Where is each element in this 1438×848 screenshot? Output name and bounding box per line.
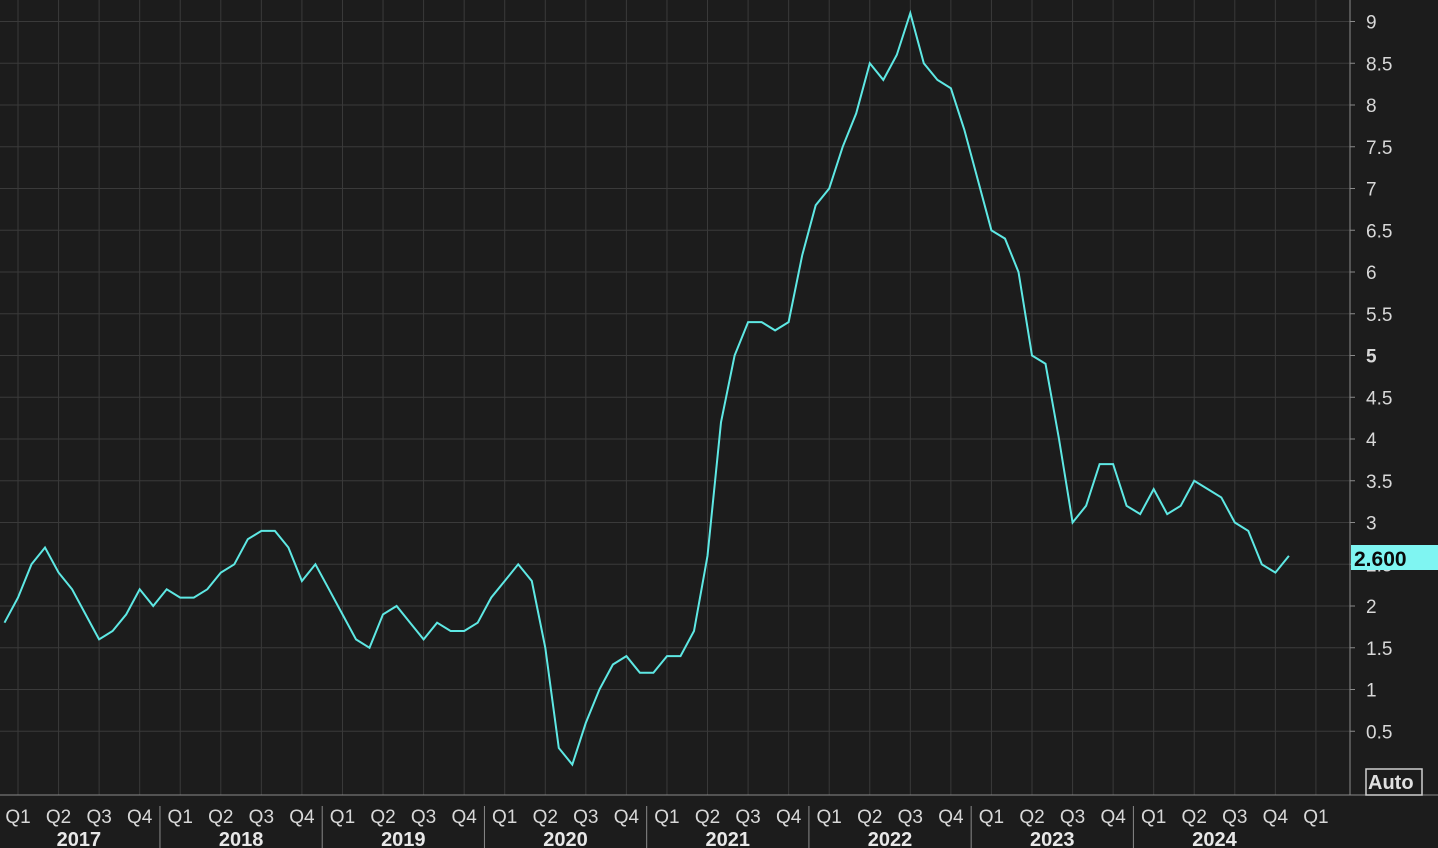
x-quarter-label: Q2 — [533, 807, 558, 828]
x-quarter-label: Q1 — [654, 807, 679, 828]
x-quarter-label: Q3 — [735, 807, 760, 828]
x-quarter-label: Q1 — [979, 807, 1004, 828]
x-year-label: 2024 — [1192, 829, 1237, 848]
x-year-label: 2017 — [57, 829, 102, 848]
x-quarter-label: Q4 — [1263, 807, 1289, 828]
y-axis: 0.511.522.533.544.555.566.577.588.59 — [1349, 0, 1392, 795]
last-value-label: 2.600 — [1354, 548, 1407, 571]
y-tick-label: 1.5 — [1366, 639, 1392, 660]
grid — [0, 0, 1350, 795]
x-year-label: 2022 — [868, 829, 913, 848]
y-tick-label: 7.5 — [1366, 138, 1392, 159]
y-tick-label: 1 — [1366, 681, 1377, 702]
auto-button[interactable]: Auto — [1365, 768, 1423, 796]
x-axis: Q1 Q2 Q3 Q4 Q1 Q2 Q3 Q4 Q1 Q2 Q3 Q4 Q1 Q2 Q3 Q4 Q1 Q2 Q3 Q4… — [0, 794, 1438, 848]
y-tick-label: 0.5 — [1366, 722, 1392, 743]
x-year-label: 2020 — [543, 829, 588, 848]
x-year-label: 2018 — [219, 829, 264, 848]
x-quarter-label: Q4 — [289, 807, 315, 828]
x-quarter-label: Q4 — [451, 807, 477, 828]
y-tick-label: 2 — [1366, 597, 1377, 618]
y-tick-label: 5.5 — [1366, 305, 1392, 326]
line-chart: 0.511.522.533.544.555.566.577.588.59 Q1Q… — [0, 0, 1438, 848]
x-quarter-label: Q3 — [411, 807, 436, 828]
x-quarter-label: Q1 — [5, 807, 30, 828]
x-quarter-label: Q1 — [1141, 807, 1166, 828]
x-quarter-label: Q4 — [127, 807, 153, 828]
x-quarter-label: Q1 — [168, 807, 193, 828]
x-quarter-label: Q2 — [208, 807, 233, 828]
x-quarter-label: Q1 — [817, 807, 842, 828]
x-quarter-label: Q3 — [1222, 807, 1247, 828]
y-tick-label: 4 — [1366, 430, 1377, 451]
y-tick-label: 7 — [1366, 180, 1377, 201]
x-quarter-label: Q3 — [1060, 807, 1085, 828]
x-quarter-label: Q3 — [86, 807, 111, 828]
x-quarter-label: Q4 — [938, 807, 964, 828]
x-quarter-label: Q2 — [1182, 807, 1207, 828]
series-layer — [3, 9, 1290, 767]
y-tick-label: 6.5 — [1366, 221, 1392, 242]
auto-button-label: Auto — [1368, 772, 1414, 794]
x-year-label: 2019 — [381, 829, 426, 848]
x-quarter-label: Q2 — [370, 807, 395, 828]
x-quarter-label: Q4 — [776, 807, 802, 828]
x-quarter-label: Q1 — [492, 807, 517, 828]
x-quarter-label: Q2 — [857, 807, 882, 828]
x-quarter-label: Q1 — [330, 807, 355, 828]
x-quarter-label: Q3 — [898, 807, 923, 828]
x-quarter-label: Q1 — [1303, 807, 1328, 828]
y-tick-label: 8.5 — [1366, 54, 1392, 75]
x-quarter-label: Q3 — [249, 807, 274, 828]
chart-container: 0.511.522.533.544.555.566.577.588.59 Q1Q… — [0, 0, 1438, 848]
y-tick-label: 9 — [1366, 13, 1377, 34]
y-tick-label: 8 — [1366, 96, 1377, 117]
y-tick-label: 3.5 — [1366, 472, 1392, 493]
y-tick-label: 5 — [1366, 347, 1377, 368]
x-quarter-label: Q2 — [46, 807, 71, 828]
x-quarter-label: Q4 — [614, 807, 640, 828]
x-quarter-label: Q2 — [695, 807, 720, 828]
x-quarter-label: Q3 — [573, 807, 598, 828]
series-line — [3, 9, 1290, 767]
x-quarter-label: Q2 — [1019, 807, 1044, 828]
x-year-label: 2021 — [706, 829, 751, 848]
last-value-marker: 2.600 — [1351, 545, 1438, 571]
y-tick-label: 3 — [1366, 514, 1377, 535]
x-quarter-label: Q4 — [1100, 807, 1126, 828]
y-tick-label: 6 — [1366, 263, 1377, 284]
x-year-label: 2023 — [1030, 829, 1075, 848]
y-tick-label: 4.5 — [1366, 388, 1392, 409]
